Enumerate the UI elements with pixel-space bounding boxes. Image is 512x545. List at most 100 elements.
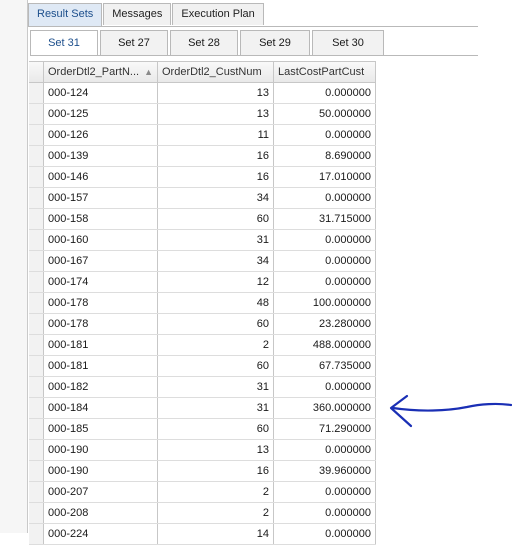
table-row[interactable]: 000-178 48 100.000000 xyxy=(29,293,376,314)
cell-cust-num[interactable]: 31 xyxy=(158,377,274,397)
cell-last-cost[interactable]: 17.010000 xyxy=(274,167,376,187)
tab-set-27[interactable]: Set 27 xyxy=(100,30,168,55)
row-selector[interactable] xyxy=(29,83,44,103)
cell-part-num[interactable]: 000-160 xyxy=(44,230,158,250)
tab-set-30[interactable]: Set 30 xyxy=(312,30,384,55)
cell-last-cost[interactable]: 100.000000 xyxy=(274,293,376,313)
cell-cust-num[interactable]: 60 xyxy=(158,314,274,334)
column-header-cust-num[interactable]: OrderDtl2_CustNum xyxy=(158,62,274,82)
table-row[interactable]: 000-182 31 0.000000 xyxy=(29,377,376,398)
cell-part-num[interactable]: 000-185 xyxy=(44,419,158,439)
table-row[interactable]: 000-184 31 360.000000 xyxy=(29,398,376,419)
cell-last-cost[interactable]: 23.280000 xyxy=(274,314,376,334)
table-row[interactable]: 000-125 13 50.000000 xyxy=(29,104,376,125)
tab-set-28[interactable]: Set 28 xyxy=(170,30,238,55)
cell-last-cost[interactable]: 39.960000 xyxy=(274,461,376,481)
cell-part-num[interactable]: 000-184 xyxy=(44,398,158,418)
cell-part-num[interactable]: 000-178 xyxy=(44,293,158,313)
cell-part-num[interactable]: 000-224 xyxy=(44,524,158,544)
row-selector[interactable] xyxy=(29,482,44,502)
cell-last-cost[interactable]: 360.000000 xyxy=(274,398,376,418)
table-row[interactable]: 000-126 11 0.000000 xyxy=(29,125,376,146)
cell-part-num[interactable]: 000-158 xyxy=(44,209,158,229)
table-row[interactable]: 000-190 16 39.960000 xyxy=(29,461,376,482)
row-selector[interactable] xyxy=(29,293,44,313)
row-selector[interactable] xyxy=(29,230,44,250)
cell-last-cost[interactable]: 0.000000 xyxy=(274,230,376,250)
cell-part-num[interactable]: 000-146 xyxy=(44,167,158,187)
row-selector[interactable] xyxy=(29,503,44,523)
tab-execution-plan[interactable]: Execution Plan xyxy=(172,3,264,25)
cell-last-cost[interactable]: 0.000000 xyxy=(274,440,376,460)
cell-last-cost[interactable]: 0.000000 xyxy=(274,482,376,502)
cell-part-num[interactable]: 000-190 xyxy=(44,461,158,481)
table-row[interactable]: 000-160 31 0.000000 xyxy=(29,230,376,251)
cell-cust-num[interactable]: 16 xyxy=(158,461,274,481)
cell-part-num[interactable]: 000-190 xyxy=(44,440,158,460)
table-row[interactable]: 000-190 13 0.000000 xyxy=(29,440,376,461)
cell-cust-num[interactable]: 13 xyxy=(158,104,274,124)
row-selector[interactable] xyxy=(29,419,44,439)
table-row[interactable]: 000-157 34 0.000000 xyxy=(29,188,376,209)
cell-part-num[interactable]: 000-125 xyxy=(44,104,158,124)
tab-set-31[interactable]: Set 31 xyxy=(30,30,98,55)
cell-last-cost[interactable]: 0.000000 xyxy=(274,83,376,103)
table-row[interactable]: 000-124 13 0.000000 xyxy=(29,83,376,104)
table-row[interactable]: 000-224 14 0.000000 xyxy=(29,524,376,545)
table-row[interactable]: 000-167 34 0.000000 xyxy=(29,251,376,272)
cell-cust-num[interactable]: 60 xyxy=(158,209,274,229)
row-selector[interactable] xyxy=(29,335,44,355)
cell-cust-num[interactable]: 31 xyxy=(158,230,274,250)
column-header-last-cost[interactable]: LastCostPartCust xyxy=(274,62,376,82)
table-row[interactable]: 000-178 60 23.280000 xyxy=(29,314,376,335)
cell-cust-num[interactable]: 2 xyxy=(158,335,274,355)
table-row[interactable]: 000-208 2 0.000000 xyxy=(29,503,376,524)
cell-cust-num[interactable]: 16 xyxy=(158,167,274,187)
table-row[interactable]: 000-207 2 0.000000 xyxy=(29,482,376,503)
cell-cust-num[interactable]: 60 xyxy=(158,356,274,376)
cell-part-num[interactable]: 000-207 xyxy=(44,482,158,502)
table-row[interactable]: 000-181 2 488.000000 xyxy=(29,335,376,356)
row-selector[interactable] xyxy=(29,356,44,376)
cell-last-cost[interactable]: 71.290000 xyxy=(274,419,376,439)
table-row[interactable]: 000-158 60 31.715000 xyxy=(29,209,376,230)
row-selector[interactable] xyxy=(29,524,44,544)
row-selector[interactable] xyxy=(29,146,44,166)
cell-part-num[interactable]: 000-167 xyxy=(44,251,158,271)
cell-part-num[interactable]: 000-126 xyxy=(44,125,158,145)
cell-last-cost[interactable]: 488.000000 xyxy=(274,335,376,355)
cell-cust-num[interactable]: 16 xyxy=(158,146,274,166)
row-selector-header[interactable] xyxy=(29,62,44,82)
cell-last-cost[interactable]: 0.000000 xyxy=(274,251,376,271)
tab-messages[interactable]: Messages xyxy=(103,3,172,25)
cell-last-cost[interactable]: 0.000000 xyxy=(274,503,376,523)
row-selector[interactable] xyxy=(29,398,44,418)
row-selector[interactable] xyxy=(29,125,44,145)
row-selector[interactable] xyxy=(29,167,44,187)
cell-last-cost[interactable]: 50.000000 xyxy=(274,104,376,124)
row-selector[interactable] xyxy=(29,440,44,460)
cell-last-cost[interactable]: 0.000000 xyxy=(274,524,376,544)
table-row[interactable]: 000-146 16 17.010000 xyxy=(29,167,376,188)
cell-cust-num[interactable]: 13 xyxy=(158,83,274,103)
cell-last-cost[interactable]: 0.000000 xyxy=(274,125,376,145)
cell-cust-num[interactable]: 13 xyxy=(158,440,274,460)
tab-result-sets[interactable]: Result Sets xyxy=(28,3,103,26)
table-row[interactable]: 000-139 16 8.690000 xyxy=(29,146,376,167)
cell-cust-num[interactable]: 12 xyxy=(158,272,274,292)
table-row[interactable]: 000-181 60 67.735000 xyxy=(29,356,376,377)
cell-cust-num[interactable]: 2 xyxy=(158,503,274,523)
cell-cust-num[interactable]: 31 xyxy=(158,398,274,418)
cell-part-num[interactable]: 000-178 xyxy=(44,314,158,334)
cell-part-num[interactable]: 000-124 xyxy=(44,83,158,103)
row-selector[interactable] xyxy=(29,314,44,334)
cell-last-cost[interactable]: 67.735000 xyxy=(274,356,376,376)
cell-cust-num[interactable]: 34 xyxy=(158,251,274,271)
cell-part-num[interactable]: 000-182 xyxy=(44,377,158,397)
cell-cust-num[interactable]: 2 xyxy=(158,482,274,502)
cell-last-cost[interactable]: 31.715000 xyxy=(274,209,376,229)
cell-part-num[interactable]: 000-208 xyxy=(44,503,158,523)
cell-cust-num[interactable]: 11 xyxy=(158,125,274,145)
table-row[interactable]: 000-185 60 71.290000 xyxy=(29,419,376,440)
table-row[interactable]: 000-174 12 0.000000 xyxy=(29,272,376,293)
